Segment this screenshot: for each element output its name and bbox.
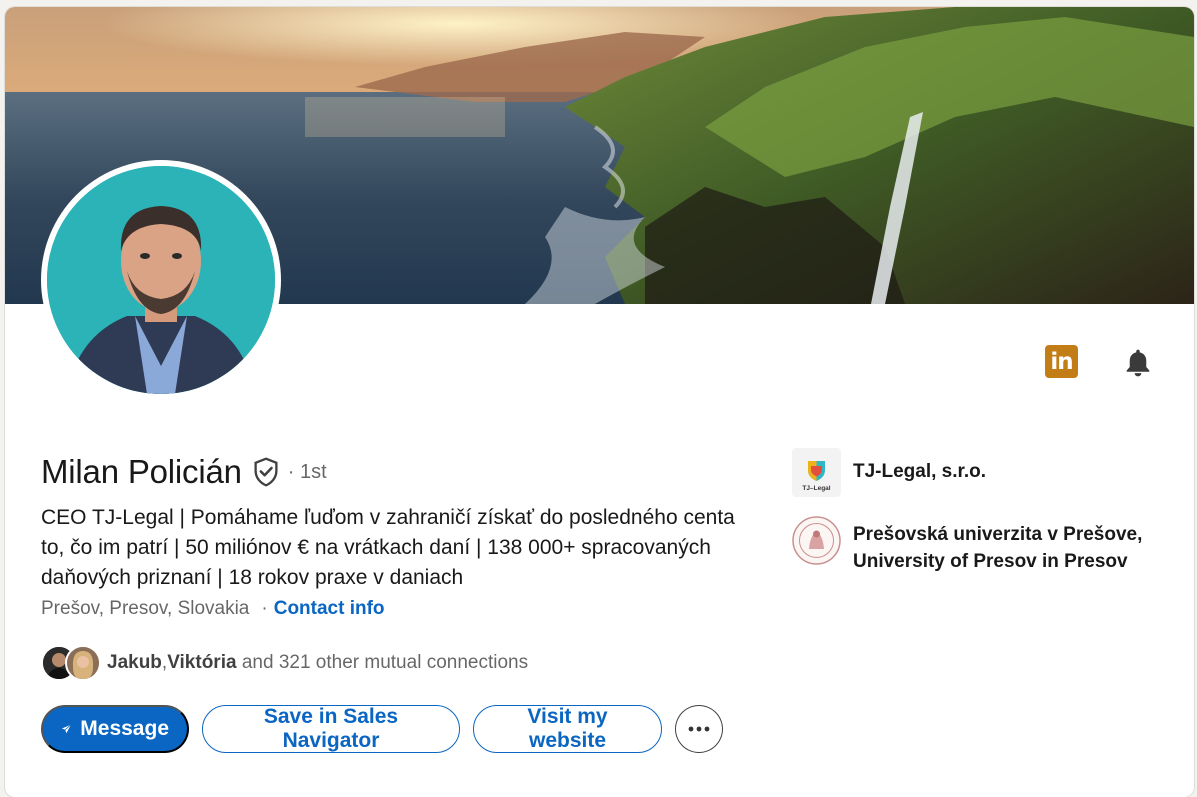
company-name: TJ-Legal, s.r.o. <box>853 461 987 482</box>
mutual-avatars <box>41 645 103 681</box>
school-name: Prešovská univerzita v Prešove, Universi… <box>853 524 1143 572</box>
save-sales-navigator-button[interactable]: Save in Sales Navigator <box>202 705 460 753</box>
school-logo <box>792 516 841 565</box>
more-icon <box>688 726 710 732</box>
bell-icon[interactable] <box>1121 346 1155 380</box>
profile-name: Milan Policián <box>41 453 242 490</box>
message-label: Message <box>80 717 169 740</box>
location-text: Prešov, Presov, Slovakia <box>41 598 250 619</box>
mutual-rest: and 321 other mutual connections <box>236 652 529 673</box>
company-logo: TJ–Legal <box>792 448 841 497</box>
mutual-name-2: Viktória <box>167 652 237 673</box>
linkedin-icon[interactable]: in <box>1045 345 1078 378</box>
mutual-avatar-2 <box>65 645 101 681</box>
visit-website-button[interactable]: Visit my website <box>473 705 662 753</box>
location-row: Prešov, Presov, Slovakia · Contact info <box>41 598 385 620</box>
verified-shield-icon[interactable] <box>252 457 282 487</box>
company-logo-text: TJ–Legal <box>802 485 830 492</box>
action-buttons: Message Save in Sales Navigator Visit my… <box>41 705 723 753</box>
avatar <box>47 166 275 394</box>
profile-headline: CEO TJ-Legal | Pomáhame ľuďom v zahranič… <box>41 506 735 589</box>
more-button[interactable] <box>675 705 723 753</box>
connection-degree: · 1st <box>287 460 327 483</box>
education-school[interactable]: Prešovská univerzita v Prešove, Universi… <box>792 516 1173 575</box>
name-row: Milan Policián · 1st <box>41 453 327 491</box>
send-icon <box>61 724 72 734</box>
contact-info-link[interactable]: Contact info <box>274 598 385 620</box>
profile-card: in Milan Policián · 1st CEO TJ-Legal | P… <box>5 7 1194 797</box>
current-company[interactable]: TJ–Legal TJ-Legal, s.r.o. <box>792 448 1173 497</box>
mutual-name-1: Jakub <box>107 652 162 673</box>
message-button[interactable]: Message <box>41 705 189 753</box>
profile-photo[interactable] <box>41 160 281 400</box>
location-separator: · <box>261 598 268 619</box>
mutual-connections[interactable]: Jakub, Viktória and 321 other mutual con… <box>41 645 528 681</box>
